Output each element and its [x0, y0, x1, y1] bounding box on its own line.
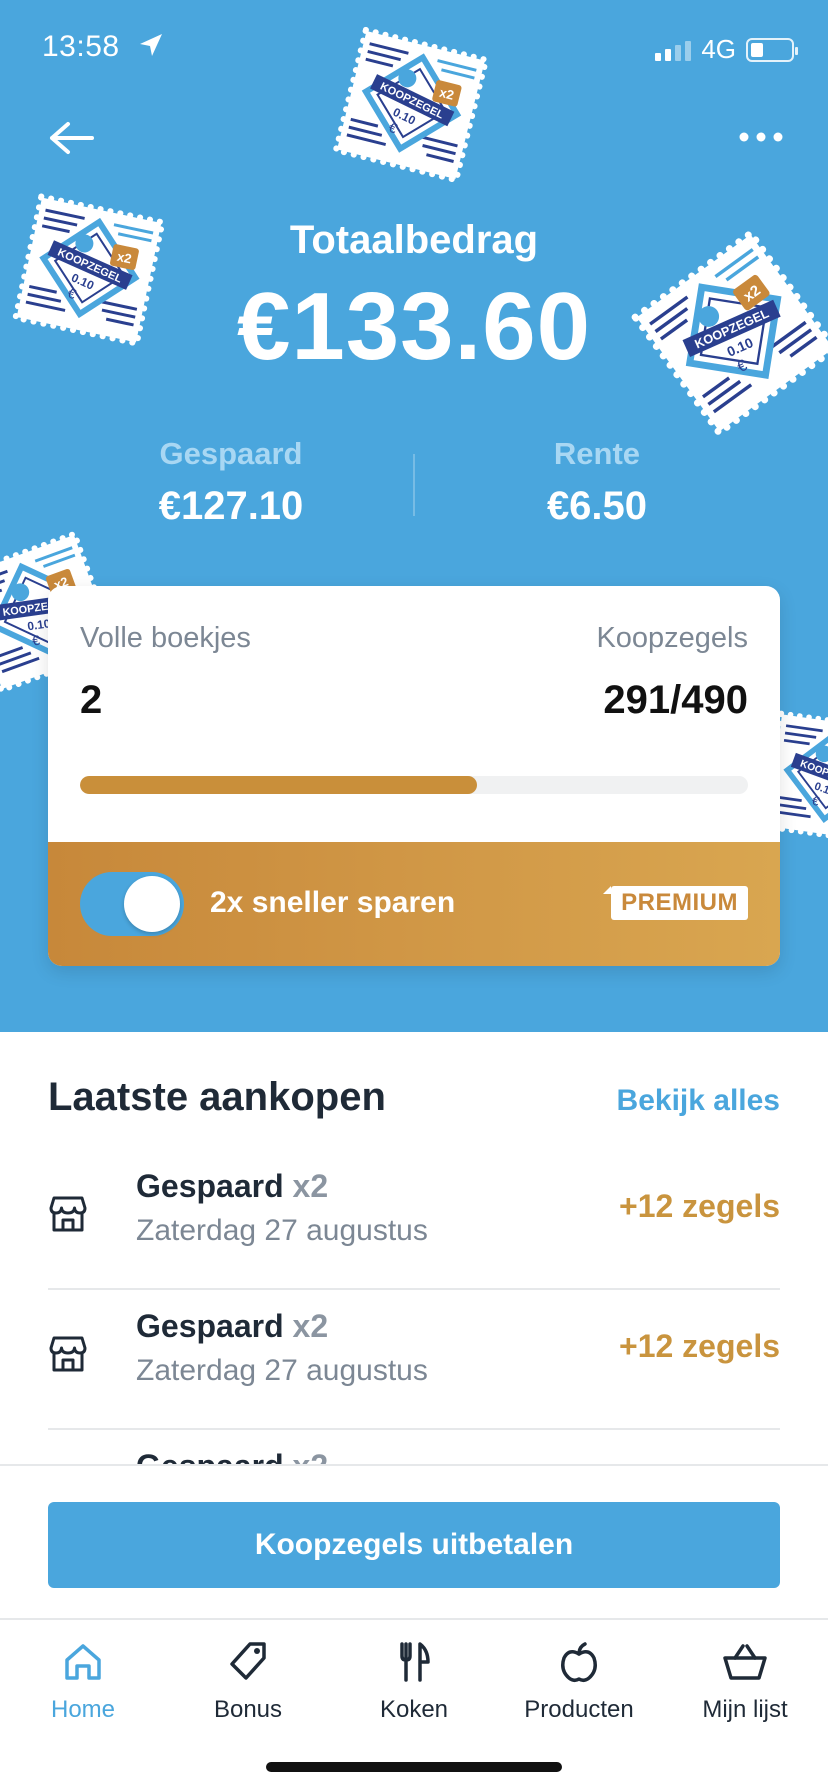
tag-icon — [230, 1642, 266, 1680]
stamps-progress-fill — [80, 776, 477, 794]
toggle-knob — [124, 876, 180, 932]
more-options-icon[interactable] — [738, 130, 784, 144]
full-books-count: 2 — [80, 678, 103, 722]
cutlery-icon — [400, 1642, 430, 1682]
summary-divider — [413, 454, 415, 516]
interest-summary: Rente €6.50 — [447, 436, 747, 529]
total-amount: €133.60 — [236, 273, 591, 380]
store-icon — [49, 1196, 87, 1232]
purchase-points: +12 zegels — [619, 1328, 780, 1364]
recent-purchases-title: Laatste aankopen — [48, 1075, 386, 1119]
tab-label: Home — [50, 1696, 116, 1723]
home-icon — [65, 1644, 101, 1680]
network-type: 4G — [701, 34, 736, 64]
store-icon — [49, 1336, 87, 1372]
interest-label: Rente — [553, 436, 641, 471]
purchase-title: Gespaard x2 — [136, 1308, 329, 1344]
tab-producten[interactable]: Producten — [496, 1638, 662, 1724]
tab-mijn-lijst[interactable]: Mijn lijst — [662, 1638, 828, 1724]
faster-saving-toggle[interactable] — [80, 872, 184, 936]
payout-button[interactable]: Koopzegels uitbetalen — [48, 1502, 780, 1588]
tab-label: Producten — [524, 1696, 634, 1723]
status-time: 13:58 — [42, 30, 120, 63]
saved-label: Gespaard — [159, 436, 303, 471]
premium-banner: 2x sneller sparen PREMIUM — [48, 842, 780, 966]
list-item[interactable]: Gespaard x2 Zaterdag 27 augustus +12 zeg… — [48, 1150, 780, 1290]
savings-card: Volle boekjes 2 Koopzegels 291/490 2x sn… — [48, 586, 780, 966]
full-books-label: Volle boekjes — [80, 622, 251, 654]
purchase-title: Gespaard x2 — [136, 1168, 329, 1204]
location-arrow-icon — [140, 34, 162, 56]
purchase-date: Zaterdag 27 augustus — [136, 1354, 428, 1387]
purchase-points: +12 zegels — [619, 1188, 780, 1224]
savings-header: 13:58 4G Totaalbedrag €133.60 Gespaard €… — [0, 0, 828, 1032]
saved-amount: €127.10 — [158, 484, 304, 528]
payout-panel: Koopzegels uitbetalen — [0, 1464, 828, 1618]
apple-icon — [561, 1642, 597, 1683]
list-item[interactable]: Gespaard x2 Zaterdag 27 augustus +12 zeg… — [48, 1290, 780, 1430]
home-indicator — [266, 1762, 562, 1772]
premium-badge: PREMIUM — [603, 886, 748, 920]
purchase-date: Zaterdag 27 augustus — [136, 1214, 428, 1247]
cellular-signal-icon — [655, 39, 692, 61]
tab-koken[interactable]: Koken — [331, 1638, 497, 1724]
battery-icon — [746, 37, 798, 62]
total-label: Totaalbedrag — [289, 218, 539, 262]
saved-summary: Gespaard €127.10 — [81, 436, 381, 529]
stamps-count: 291/490 — [603, 678, 748, 722]
stamps-progress-bar — [80, 776, 748, 794]
stamps-label: Koopzegels — [596, 622, 748, 654]
faster-saving-label: 2x sneller sparen — [210, 886, 456, 919]
tab-label: Bonus — [213, 1696, 283, 1723]
back-arrow-icon[interactable] — [46, 118, 96, 158]
tab-home[interactable]: Home — [0, 1638, 166, 1724]
interest-amount: €6.50 — [546, 484, 648, 528]
tab-label: Koken — [379, 1696, 449, 1723]
see-all-link[interactable]: Bekijk alles — [617, 1084, 780, 1118]
tab-bonus[interactable]: Bonus — [165, 1638, 331, 1724]
tab-label: Mijn lijst — [702, 1696, 788, 1723]
basket-icon — [723, 1644, 767, 1680]
